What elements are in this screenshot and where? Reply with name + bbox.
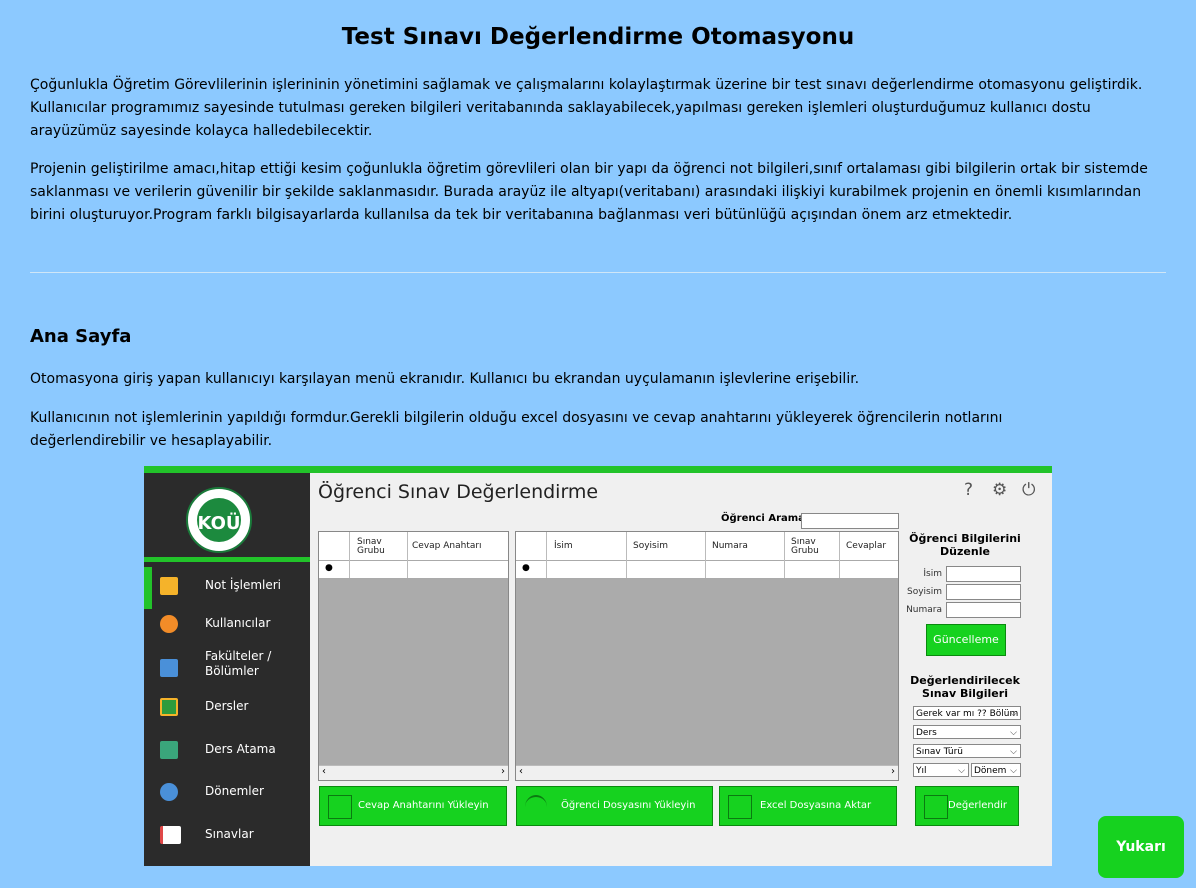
- evaluate-button[interactable]: Değerlendir: [915, 786, 1019, 826]
- section-paragraph-2: Kullanıcının not işlemlerinin yapıldığı …: [30, 410, 1003, 449]
- export-excel-button[interactable]: Excel Dosyasına Aktar: [719, 786, 897, 826]
- menu-item-not-islemleri[interactable]: Not İşlemleri: [144, 567, 310, 609]
- users-icon: [160, 615, 178, 633]
- gear-icon[interactable]: ⚙: [992, 480, 1007, 500]
- section-title: Ana Sayfa: [30, 326, 132, 347]
- number-input[interactable]: [946, 602, 1021, 618]
- course-select[interactable]: Ders ⌵: [913, 725, 1021, 739]
- scroll-up-button[interactable]: Yukarı: [1098, 816, 1184, 878]
- exam-type-select[interactable]: Sınav Türü ⌵: [913, 744, 1021, 758]
- section-paragraph-1: Otomasyona giriş yapan kullanıcıyı karşı…: [30, 371, 860, 387]
- edit-title: Öğrenci Bilgilerini Düzenle: [909, 532, 1021, 558]
- intro-paragraph-1: Çoğunlukla Öğretim Görevlilerinin işleri…: [30, 77, 1143, 139]
- student-grid[interactable]: İsim Soyisim Numara Sınav Grubu Cevaplar…: [515, 531, 899, 781]
- teacher-icon: [160, 741, 178, 759]
- app-screenshot: KOÜ Not İşlemleri Kullanıcılar Fakültele…: [144, 466, 1052, 866]
- menu-item-donemler[interactable]: Dönemler: [144, 773, 310, 813]
- divider: [30, 272, 1166, 273]
- menu-item-dersler[interactable]: Dersler: [144, 688, 310, 728]
- check-icon: [328, 795, 352, 819]
- horizontal-scrollbar[interactable]: ‹ ›: [319, 765, 508, 780]
- update-button[interactable]: Güncelleme: [926, 624, 1006, 656]
- menu-item-kullanicilar[interactable]: Kullanıcılar: [144, 605, 310, 645]
- board-icon: [160, 698, 178, 716]
- surname-input[interactable]: [946, 584, 1021, 600]
- menu-item-fakulteler[interactable]: Fakülteler / Bölümler: [144, 645, 310, 685]
- app-top-bar: [144, 466, 1052, 473]
- help-icon[interactable]: ?: [964, 480, 973, 500]
- exam-icon: [160, 826, 181, 844]
- intro-paragraph-2: Projenin geliştirilme amacı,hitap ettiği…: [30, 161, 1148, 223]
- upload-students-button[interactable]: Öğrenci Dosyasını Yükleyin: [516, 786, 713, 826]
- excel-icon: [728, 795, 752, 819]
- search-label: Öğrenci Arama: [721, 513, 805, 524]
- search-input[interactable]: [801, 513, 899, 529]
- calculator-icon: [924, 795, 948, 819]
- upload-key-button[interactable]: Cevap Anahtarını Yükleyin: [319, 786, 507, 826]
- app-sidebar: KOÜ Not İşlemleri Kullanıcılar Fakültele…: [144, 473, 310, 866]
- term-select[interactable]: Dönem ⌵: [971, 763, 1021, 777]
- year-select[interactable]: Yıl ⌵: [913, 763, 969, 777]
- university-logo: KOÜ: [186, 487, 252, 553]
- department-select[interactable]: Gerek var mı ?? Bölüm ⌵: [913, 706, 1021, 720]
- horizontal-scrollbar[interactable]: ‹ ›: [516, 765, 898, 780]
- exam-info-title: Değerlendirilecek Sınav Bilgileri: [910, 674, 1020, 700]
- name-input[interactable]: [946, 566, 1021, 582]
- clock-icon: [160, 783, 178, 801]
- app-title: Öğrenci Sınav Değerlendirme: [318, 481, 599, 503]
- power-icon[interactable]: ⏻: [1022, 480, 1035, 500]
- note-icon: [160, 577, 178, 595]
- answer-key-grid[interactable]: Sınav Grubu Cevap Anahtarı ● ‹ ›: [318, 531, 509, 781]
- student-icon: [525, 795, 547, 819]
- menu-item-sinavlar[interactable]: Sınavlar: [144, 816, 310, 856]
- page-title: Test Sınavı Değerlendirme Otomasyonu: [341, 24, 855, 50]
- building-icon: [160, 659, 178, 677]
- menu-item-ders-atama[interactable]: Ders Atama: [144, 731, 310, 771]
